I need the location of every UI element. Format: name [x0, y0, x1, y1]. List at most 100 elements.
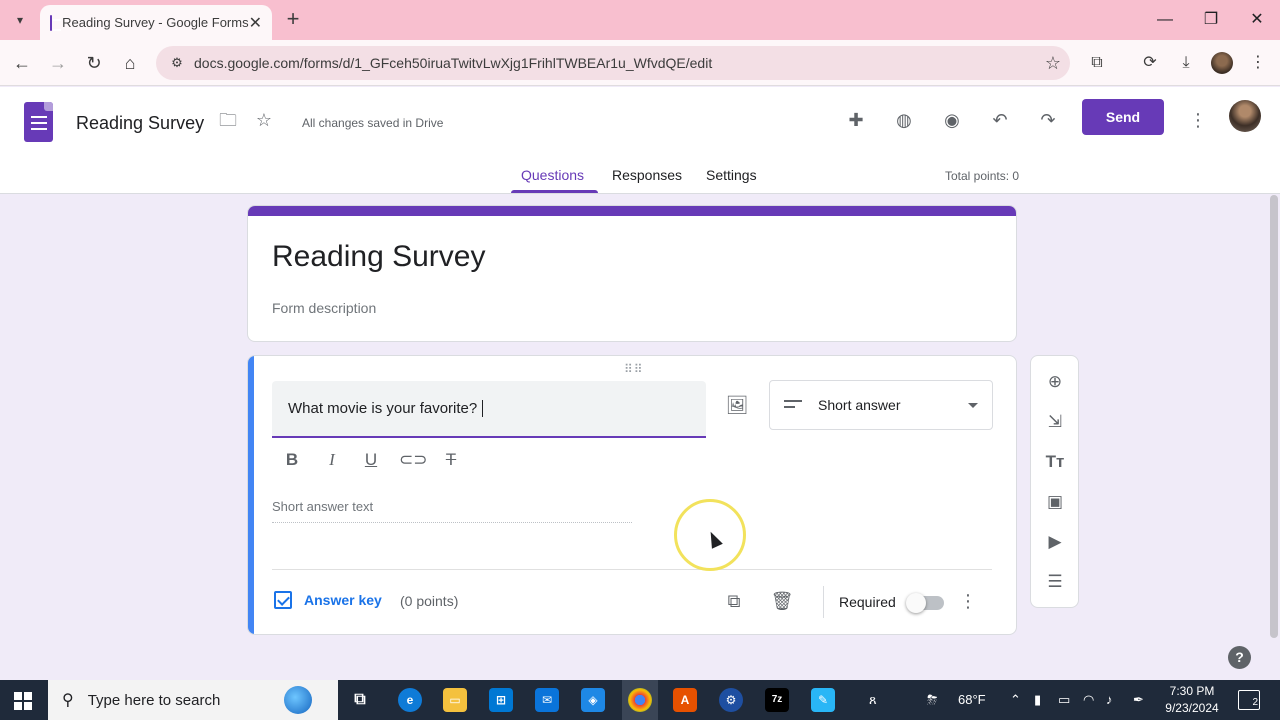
- settings-app-icon[interactable]: ⚙: [719, 688, 743, 712]
- browser-menu-icon[interactable]: ⋮: [1245, 50, 1271, 76]
- illustrator-style-app-icon[interactable]: A: [673, 688, 697, 712]
- question-card[interactable]: ⠿⠿ What movie is your favorite? 🖼 Short …: [247, 355, 1017, 635]
- windows-taskbar: ⚲ Type here to search ⧉ e ▭ ⊞ ✉ ◈ A ⚙ 7z…: [0, 680, 1280, 720]
- delete-trash-icon[interactable]: 🗑: [769, 588, 795, 614]
- add-question-icon[interactable]: ⊕: [1043, 370, 1067, 394]
- form-description-field[interactable]: Form description: [272, 300, 376, 316]
- edge-browser-icon[interactable]: e: [398, 688, 422, 712]
- bookmark-star-icon[interactable]: ☆: [1036, 53, 1070, 74]
- page-scrollbar[interactable]: [1270, 195, 1278, 638]
- add-section-icon[interactable]: ☰: [1043, 570, 1067, 594]
- theme-color-bar: [248, 206, 1016, 216]
- form-title-card[interactable]: Reading Survey Form description: [247, 205, 1017, 342]
- system-clock[interactable]: 7:30 PM 9/23/2024: [1162, 683, 1222, 717]
- google-forms-logo-icon[interactable]: [24, 102, 53, 142]
- windows-start-icon[interactable]: [14, 692, 32, 710]
- drag-handle-icon[interactable]: ⠿⠿: [624, 362, 644, 376]
- notification-count: 2: [1252, 697, 1258, 708]
- forms-favicon-icon: [50, 14, 62, 31]
- underline-icon[interactable]: U: [359, 448, 383, 472]
- add-image-icon[interactable]: 🖼: [724, 392, 750, 418]
- undo-icon[interactable]: ↶: [987, 107, 1013, 133]
- usb-device-icon[interactable]: ▮: [1034, 692, 1041, 708]
- clear-formatting-icon[interactable]: T: [439, 448, 463, 472]
- forward-arrow-icon[interactable]: →: [45, 50, 71, 76]
- reload-icon[interactable]: ↻: [81, 50, 107, 76]
- forms-header: Reading Survey 🗀 ☆ All changes saved in …: [0, 87, 1280, 194]
- maps-icon[interactable]: ◈: [581, 688, 605, 712]
- browser-tab[interactable]: Reading Survey - Google Forms ✕: [40, 5, 272, 40]
- star-icon[interactable]: ☆: [251, 107, 277, 133]
- add-ons-icon[interactable]: ✚: [843, 107, 869, 133]
- import-questions-icon[interactable]: ⇲: [1043, 410, 1067, 434]
- add-image-side-icon[interactable]: ▣: [1043, 490, 1067, 514]
- required-label: Required: [839, 594, 896, 610]
- new-tab-plus-icon[interactable]: +: [282, 8, 304, 32]
- address-bar[interactable]: ⚙ docs.google.com/forms/d/1_GFceh50iruaT…: [156, 46, 1070, 80]
- toggle-knob: [906, 593, 926, 613]
- duplicate-icon[interactable]: ⧉: [721, 588, 747, 614]
- task-view-icon[interactable]: ⧉: [348, 688, 372, 712]
- mail-icon[interactable]: ✉: [535, 688, 559, 712]
- paint-app-icon[interactable]: ✎: [811, 688, 835, 712]
- battery-icon[interactable]: ▭: [1058, 692, 1070, 708]
- browser-profile-avatar[interactable]: [1211, 52, 1233, 74]
- question-type-label: Short answer: [818, 397, 901, 413]
- dropdown-arrow-icon: [968, 402, 978, 408]
- floating-toolbar: ⊕ ⇲ Tт ▣ ▶ ☰: [1030, 355, 1079, 608]
- total-points: Total points: 0: [945, 169, 1020, 183]
- chrome-icon[interactable]: [628, 688, 652, 712]
- answer-key-button[interactable]: Answer key: [274, 591, 382, 609]
- italic-icon[interactable]: I: [320, 448, 344, 472]
- document-title[interactable]: Reading Survey: [76, 113, 204, 134]
- add-title-description-icon[interactable]: Tт: [1043, 450, 1067, 474]
- browser-toolbar: ← → ↻ ⌂ ⚙ docs.google.com/forms/d/1_GFce…: [0, 40, 1280, 86]
- short-answer-placeholder: Short answer text: [272, 499, 632, 523]
- move-to-folder-icon[interactable]: 🗀: [215, 107, 241, 133]
- clock-date: 9/23/2024: [1165, 701, 1219, 715]
- tab-settings[interactable]: Settings: [706, 167, 757, 183]
- tab-questions[interactable]: Questions: [521, 167, 584, 183]
- send-button[interactable]: Send: [1082, 99, 1164, 135]
- download-icon[interactable]: ⤓: [1173, 50, 1199, 76]
- bold-icon[interactable]: B: [280, 448, 304, 472]
- taskbar-search-box[interactable]: ⚲ Type here to search: [48, 680, 338, 720]
- close-window-icon[interactable]: ✕: [1245, 8, 1269, 32]
- tab-responses[interactable]: Responses: [612, 167, 682, 183]
- required-toggle[interactable]: [906, 593, 944, 613]
- customize-theme-palette-icon[interactable]: ◍: [891, 107, 917, 133]
- minimize-icon[interactable]: —: [1153, 8, 1177, 32]
- volume-icon[interactable]: ♪: [1106, 692, 1113, 707]
- extensions-icon[interactable]: ⧉: [1084, 50, 1110, 76]
- link-icon[interactable]: ⊂⊃: [399, 448, 428, 472]
- question-type-dropdown[interactable]: Short answer: [769, 380, 993, 430]
- performance-icon[interactable]: ⟳: [1137, 50, 1163, 76]
- file-explorer-icon[interactable]: ▭: [443, 688, 467, 712]
- wifi-icon[interactable]: ◠: [1083, 692, 1094, 708]
- notification-center-icon[interactable]: 2: [1238, 690, 1260, 710]
- more-options-icon[interactable]: ⋮: [1185, 107, 1211, 133]
- redo-icon[interactable]: ↷: [1035, 107, 1061, 133]
- back-arrow-icon[interactable]: ←: [9, 50, 35, 76]
- form-title[interactable]: Reading Survey: [272, 240, 485, 274]
- question-points: (0 points): [400, 593, 459, 609]
- tab-search-chevron-icon[interactable]: ▾: [8, 8, 32, 32]
- restore-icon[interactable]: ❐: [1199, 8, 1223, 32]
- people-icon[interactable]: ጸ: [869, 692, 877, 708]
- show-hidden-icons-chevron-icon[interactable]: ⌃: [1010, 692, 1021, 708]
- home-icon[interactable]: ⌂: [117, 50, 143, 76]
- help-icon[interactable]: ?: [1228, 646, 1251, 669]
- weather-icon[interactable]: ⛈: [927, 692, 937, 708]
- question-title-input[interactable]: What movie is your favorite?: [272, 381, 706, 438]
- add-video-icon[interactable]: ▶: [1043, 530, 1067, 554]
- site-info-icon[interactable]: ⚙: [160, 55, 194, 71]
- microsoft-store-icon[interactable]: ⊞: [489, 688, 513, 712]
- close-tab-icon[interactable]: ✕: [249, 13, 262, 33]
- 7zip-icon[interactable]: 7z: [765, 688, 789, 712]
- pen-ink-icon[interactable]: ✒: [1133, 692, 1144, 708]
- question-more-options-icon[interactable]: ⋮: [958, 588, 978, 614]
- weather-temperature[interactable]: 68°F: [958, 692, 986, 707]
- save-status: All changes saved in Drive: [302, 116, 444, 130]
- preview-eye-icon[interactable]: ◉: [939, 107, 965, 133]
- account-avatar[interactable]: [1229, 100, 1261, 132]
